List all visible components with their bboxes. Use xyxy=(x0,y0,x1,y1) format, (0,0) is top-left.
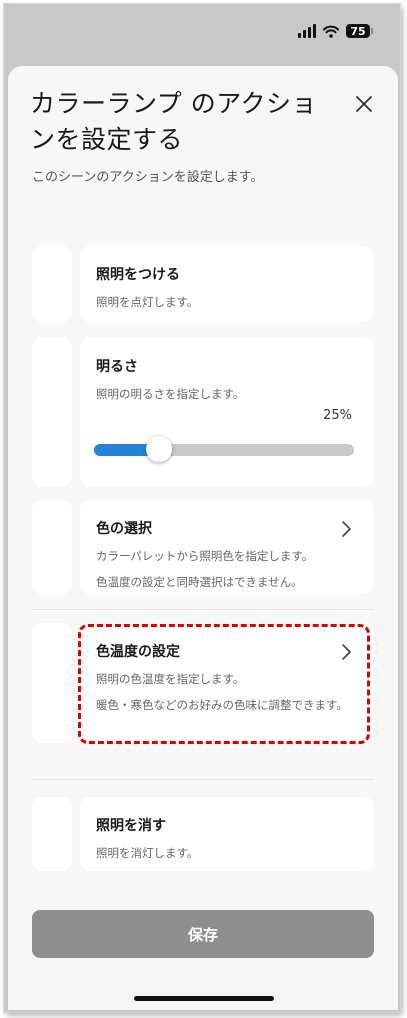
action-selector-light-off[interactable] xyxy=(32,797,72,871)
brightness-value: 25% xyxy=(323,408,352,423)
chevron-right-icon xyxy=(342,521,351,537)
slider-knob[interactable] xyxy=(146,436,172,462)
action-description: カラーパレットから照明色を指定します。 xyxy=(96,549,314,563)
brightness-slider[interactable] xyxy=(94,436,354,462)
action-card-light-off[interactable]: 照明を消す 照明を消灯します。 xyxy=(80,797,374,871)
action-note: 暖色・寒色などのお好みの色味に調整できます。 xyxy=(96,698,348,712)
action-title: 照明を消す xyxy=(96,818,166,834)
cellular-signal-icon xyxy=(298,24,316,38)
action-selector-color[interactable] xyxy=(32,500,72,594)
sheet-title: カラーランプ のアクションを設定する xyxy=(30,89,317,154)
action-note: 色温度の設定と同時選択はできません。 xyxy=(96,575,303,589)
wifi-icon xyxy=(323,25,339,38)
action-sheet: カラーランプ のアクションを設定する このシーンのアクションを設定します。 照明… xyxy=(8,66,398,1010)
action-selector-brightness[interactable] xyxy=(32,338,72,486)
battery-icon: 75 xyxy=(346,24,373,38)
save-button[interactable]: 保存 xyxy=(32,910,374,958)
phone-frame: 75 カラーランプ のアクションを設定する このシーンのアクションを設定します。… xyxy=(4,4,400,1012)
action-description: 照明の色温度を指定します。 xyxy=(96,672,245,686)
home-indicator xyxy=(134,996,274,1001)
action-selector-color-temp[interactable] xyxy=(32,623,72,743)
chevron-right-icon xyxy=(342,644,351,660)
divider xyxy=(32,609,374,610)
action-title: 照明をつける xyxy=(96,267,180,283)
close-icon[interactable] xyxy=(352,92,376,116)
status-bar: 75 xyxy=(298,22,373,40)
divider xyxy=(32,779,374,780)
action-description: 照明を消灯します。 xyxy=(96,846,199,860)
action-title: 明るさ xyxy=(96,359,138,375)
action-card-color[interactable]: 色の選択 カラーパレットから照明色を指定します。 色温度の設定と同時選択はできま… xyxy=(80,500,374,594)
action-title: 色の選択 xyxy=(96,521,152,537)
action-selector-light-on[interactable] xyxy=(32,246,72,322)
action-title: 色温度の設定 xyxy=(96,644,180,660)
action-description: 照明の明るさを指定します。 xyxy=(96,387,245,401)
sheet-subtitle: このシーンのアクションを設定します。 xyxy=(32,170,264,185)
action-card-brightness: 明るさ 照明の明るさを指定します。 25% xyxy=(80,338,374,486)
action-description: 照明を点灯します。 xyxy=(96,295,199,309)
action-card-light-on[interactable]: 照明をつける 照明を点灯します。 xyxy=(80,246,374,322)
action-card-color-temp[interactable]: 色温度の設定 照明の色温度を指定します。 暖色・寒色などのお好みの色味に調整でき… xyxy=(80,623,374,743)
battery-level: 75 xyxy=(350,24,366,38)
